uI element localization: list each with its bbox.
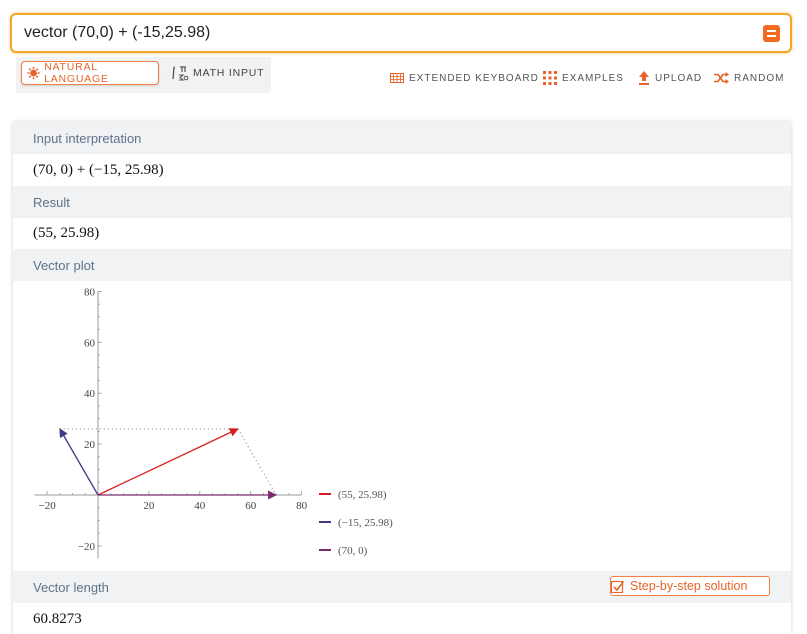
x-tick-label: 80 [296, 500, 308, 512]
input-interpretation-title: Input interpretation [33, 131, 142, 146]
step-by-step-label: Step-by-step solution [630, 579, 748, 593]
x-tick-label: 20 [143, 500, 155, 512]
x-tick-label: 60 [245, 500, 257, 512]
random-link[interactable]: RANDOM [714, 70, 784, 86]
y-tick-label: 80 [84, 286, 96, 298]
vector-plot-svg: −20 20 40 60 80 −20 20 40 60 80 (55, 25.98) (−15, … [34, 286, 393, 559]
compute-button[interactable] [763, 25, 780, 42]
vector-plot[interactable]: −20 20 40 60 80 −20 20 40 60 80 (55, 25.98) (−15, … [13, 280, 791, 570]
input-mode-tabs: NATURAL LANGUAGE MATH INPUT [16, 57, 271, 93]
vector-plot-title: Vector plot [33, 258, 95, 273]
upload-link[interactable]: UPLOAD [638, 70, 702, 86]
math-symbols-icon [172, 66, 189, 81]
vector-length-title: Vector length [33, 580, 109, 595]
result-title: Result [33, 195, 70, 210]
guide-line [237, 428, 277, 496]
natural-language-tab[interactable]: NATURAL LANGUAGE [21, 61, 159, 85]
extended-keyboard-link[interactable]: EXTENDED KEYBOARD [390, 70, 539, 86]
result-value: (55, 25.98) [33, 225, 100, 241]
checkbox-icon [611, 580, 624, 593]
examples-link[interactable]: EXAMPLES [543, 70, 624, 86]
search-input[interactable] [24, 22, 744, 44]
step-by-step-button[interactable]: Step-by-step solution [610, 576, 770, 596]
upload-icon [639, 71, 649, 85]
legend-label: (55, 25.98) [338, 489, 387, 501]
legend-label: (−15, 25.98) [338, 517, 393, 529]
legend-label: (70, 0) [338, 545, 368, 557]
vector-plot-header: Vector plot [13, 249, 791, 281]
math-input-tab[interactable]: MATH INPUT [171, 61, 264, 85]
random-label: RANDOM [734, 72, 785, 84]
y-tick-label: 60 [84, 337, 96, 349]
math-input-label: MATH INPUT [193, 67, 265, 79]
x-tick-label: −20 [38, 500, 56, 512]
vector-length-value: 60.8273 [33, 611, 82, 627]
results-card: Input interpretation (70, 0) + (−15, 25.… [13, 122, 791, 634]
sun-icon [27, 66, 40, 80]
x-tick-label: 40 [194, 500, 206, 512]
input-interpretation-header: Input interpretation [13, 122, 791, 154]
vector-arrow [97, 428, 239, 496]
grid-dots-icon [543, 71, 557, 85]
y-tick-label: 40 [84, 388, 96, 400]
examples-label: EXAMPLES [562, 72, 624, 84]
upload-label: UPLOAD [655, 72, 703, 84]
shuffle-icon [714, 72, 729, 84]
result-header: Result [13, 186, 791, 218]
extended-keyboard-label: EXTENDED KEYBOARD [409, 72, 539, 84]
y-tick-label: 20 [84, 439, 96, 451]
keyboard-icon [390, 73, 404, 83]
search-bar[interactable] [10, 13, 792, 53]
input-interpretation-value: (70, 0) + (−15, 25.98) [33, 162, 164, 178]
natural-language-label: NATURAL LANGUAGE [44, 61, 109, 85]
y-tick-label: −20 [78, 541, 96, 553]
